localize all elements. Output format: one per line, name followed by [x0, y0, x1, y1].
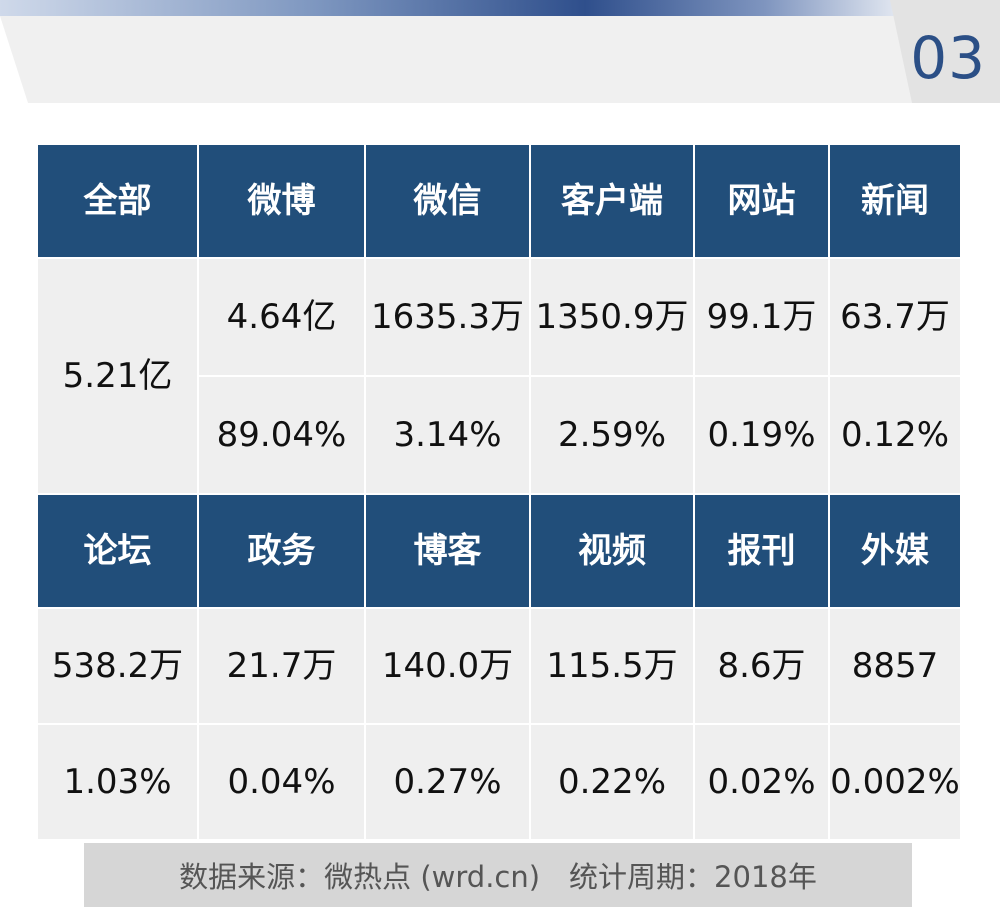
count-cell-news: 63.7万: [828, 257, 962, 377]
total-cell: 5.21亿: [36, 257, 199, 495]
count-cell-blog: 140.0万: [364, 607, 531, 725]
count-cell-government: 21.7万: [197, 607, 366, 725]
share-cell-news: 0.12%: [828, 375, 962, 495]
header-cell-foreign-media: 外媒: [828, 493, 962, 609]
header-cell-client: 客户端: [529, 143, 695, 259]
share-cell-government: 0.04%: [197, 723, 366, 841]
share-cell-video: 0.22%: [529, 723, 695, 841]
share-cell-wechat: 3.14%: [364, 375, 531, 495]
header-row-1: 全部 微博 微信 客户端 网站 新闻: [36, 143, 962, 259]
header-cell-forum: 论坛: [36, 493, 199, 609]
header-cell-website: 网站: [693, 143, 830, 259]
header-cell-news: 新闻: [828, 143, 962, 259]
share-cell-weibo: 89.04%: [197, 375, 366, 495]
header-cell-all: 全部: [36, 143, 199, 259]
share-cell-client: 2.59%: [529, 375, 695, 495]
count-row-1: 5.21亿 4.64亿 1635.3万 1350.9万 99.1万 63.7万: [36, 257, 962, 495]
count-cell-weibo: 4.64亿: [197, 257, 366, 377]
header-cell-wechat: 微信: [364, 143, 531, 259]
count-cell-forum: 538.2万: [36, 607, 199, 725]
top-gradient-strip: [0, 0, 900, 16]
header-cell-weibo: 微博: [197, 143, 366, 259]
share-cell-forum: 1.03%: [36, 723, 199, 841]
source-footer: 数据来源：微热点 (wrd.cn) 统计周期：2018年: [84, 843, 912, 907]
count-cell-wechat: 1635.3万: [364, 257, 531, 377]
header-row-2: 论坛 政务 博客 视频 报刊 外媒: [36, 493, 962, 609]
share-row-2: 1.03% 0.04% 0.27% 0.22% 0.02% 0.002%: [36, 723, 962, 841]
share-cell-website: 0.19%: [693, 375, 830, 495]
header-cell-video: 视频: [529, 493, 695, 609]
count-cell-video: 115.5万: [529, 607, 695, 725]
page-number: 03: [910, 24, 986, 92]
stats-table: 全部 微博 微信 客户端 网站 新闻 5.21亿 4.64亿 1635.3万 1…: [36, 143, 962, 841]
header-cell-government: 政务: [197, 493, 366, 609]
count-cell-website: 99.1万: [693, 257, 830, 377]
share-cell-foreign-media: 0.002%: [828, 723, 962, 841]
header-cell-blog: 博客: [364, 493, 531, 609]
count-row-2: 538.2万 21.7万 140.0万 115.5万 8.6万 8857: [36, 607, 962, 725]
count-cell-client: 1350.9万: [529, 257, 695, 377]
share-cell-blog: 0.27%: [364, 723, 531, 841]
share-cell-newspaper: 0.02%: [693, 723, 830, 841]
header-cell-newspaper: 报刊: [693, 493, 830, 609]
count-cell-newspaper: 8.6万: [693, 607, 830, 725]
count-cell-foreign-media: 8857: [828, 607, 962, 725]
